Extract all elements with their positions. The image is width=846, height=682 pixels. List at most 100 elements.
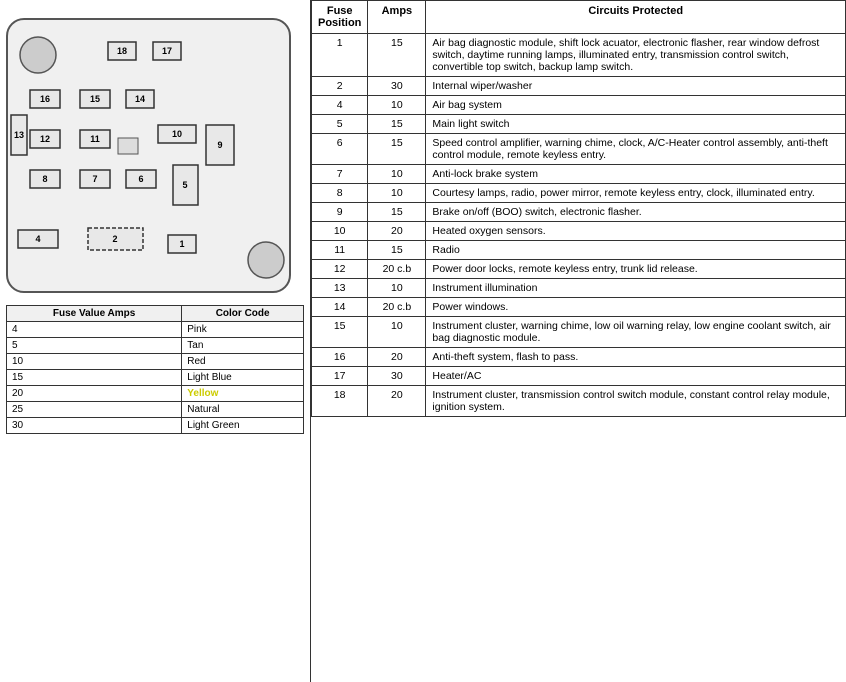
table-row: 230Internal wiper/washer (312, 77, 846, 96)
fuse-position: 9 (312, 203, 368, 222)
fuse-amps: 15 (368, 115, 426, 134)
fuse-circuits: Courtesy lamps, radio, power mirror, rem… (426, 184, 846, 203)
table-row: 1115Radio (312, 241, 846, 260)
fuse-circuits: Air bag system (426, 96, 846, 115)
fuse-amps: 15 (368, 134, 426, 165)
fuse-position: 13 (312, 279, 368, 298)
fuse-circuits: Heater/AC (426, 367, 846, 386)
fuse-position: 11 (312, 241, 368, 260)
header-amps: Amps (368, 1, 426, 34)
table-row: 1510Instrument cluster, warning chime, l… (312, 317, 846, 348)
legend-header-amps: Fuse Value Amps (7, 306, 182, 322)
fuse-amps: 10 (368, 279, 426, 298)
svg-text:18: 18 (117, 46, 127, 56)
svg-text:14: 14 (135, 94, 145, 104)
fuse-position: 16 (312, 348, 368, 367)
fuse-position: 15 (312, 317, 368, 348)
svg-text:15: 15 (90, 94, 100, 104)
fuse-amps: 20 c.b (368, 298, 426, 317)
fuse-position: 17 (312, 367, 368, 386)
fuse-circuits: Power door locks, remote keyless entry, … (426, 260, 846, 279)
fuse-position: 18 (312, 386, 368, 417)
fuse-amps: 15 (368, 203, 426, 222)
svg-text:12: 12 (40, 134, 50, 144)
table-row: 1420 c.bPower windows. (312, 298, 846, 317)
fuse-position: 5 (312, 115, 368, 134)
table-row: 810Courtesy lamps, radio, power mirror, … (312, 184, 846, 203)
fuse-position: 2 (312, 77, 368, 96)
svg-text:17: 17 (162, 46, 172, 56)
table-row: 1020Heated oxygen sensors. (312, 222, 846, 241)
legend-color: Red (182, 354, 304, 370)
fuse-position: 8 (312, 184, 368, 203)
fuse-amps: 10 (368, 317, 426, 348)
fuse-circuits: Brake on/off (BOO) switch, electronic fl… (426, 203, 846, 222)
table-row: 1820Instrument cluster, transmission con… (312, 386, 846, 417)
fuse-amps: 20 c.b (368, 260, 426, 279)
fuse-position: 4 (312, 96, 368, 115)
fuse-circuits: Speed control amplifier, warning chime, … (426, 134, 846, 165)
legend-amps: 30 (7, 418, 182, 434)
header-position: FusePosition (312, 1, 368, 34)
table-row: 1730Heater/AC (312, 367, 846, 386)
fuse-circuits: Instrument cluster, transmission control… (426, 386, 846, 417)
fuse-amps: 30 (368, 77, 426, 96)
svg-text:9: 9 (217, 140, 222, 150)
legend-color: Pink (182, 322, 304, 338)
fuse-circuits: Power windows. (426, 298, 846, 317)
table-row: 410Air bag system (312, 96, 846, 115)
table-row: 710Anti-lock brake system (312, 165, 846, 184)
fuse-amps: 10 (368, 165, 426, 184)
legend-color: Light Green (182, 418, 304, 434)
table-row: 1620Anti-theft system, flash to pass. (312, 348, 846, 367)
fuse-position: 12 (312, 260, 368, 279)
fuse-position: 7 (312, 165, 368, 184)
table-row: 115Air bag diagnostic module, shift lock… (312, 34, 846, 77)
svg-text:13: 13 (14, 130, 24, 140)
header-circuits: Circuits Protected (426, 1, 846, 34)
left-panel: 18 17 16 15 14 13 12 11 10 (0, 0, 310, 682)
legend-amps: 25 (7, 402, 182, 418)
fuse-amps: 15 (368, 241, 426, 260)
svg-text:5: 5 (182, 180, 187, 190)
legend-color: Light Blue (182, 370, 304, 386)
fuse-amps: 30 (368, 367, 426, 386)
table-row: 1220 c.bPower door locks, remote keyless… (312, 260, 846, 279)
fuse-circuits: Main light switch (426, 115, 846, 134)
fuse-amps: 10 (368, 184, 426, 203)
fuse-circuits: Anti-theft system, flash to pass. (426, 348, 846, 367)
fuse-position: 14 (312, 298, 368, 317)
fuse-table: FusePosition Amps Circuits Protected 115… (311, 0, 846, 417)
fuse-position: 1 (312, 34, 368, 77)
svg-text:10: 10 (172, 129, 182, 139)
fuse-box-diagram: 18 17 16 15 14 13 12 11 10 (6, 18, 291, 293)
legend-amps: 15 (7, 370, 182, 386)
fuse-amps: 20 (368, 348, 426, 367)
fuse-circuits: Instrument illumination (426, 279, 846, 298)
legend-table: Fuse Value Amps Color Code 4Pink5Tan10Re… (6, 305, 304, 434)
table-row: 915Brake on/off (BOO) switch, electronic… (312, 203, 846, 222)
table-row: 515Main light switch (312, 115, 846, 134)
fuse-position: 6 (312, 134, 368, 165)
svg-text:6: 6 (138, 174, 143, 184)
svg-text:7: 7 (92, 174, 97, 184)
svg-text:8: 8 (42, 174, 47, 184)
table-row: 1310Instrument illumination (312, 279, 846, 298)
fuse-circuits: Heated oxygen sensors. (426, 222, 846, 241)
fuse-circuits: Radio (426, 241, 846, 260)
table-row: 615Speed control amplifier, warning chim… (312, 134, 846, 165)
fuse-circuits: Anti-lock brake system (426, 165, 846, 184)
fuse-position: 10 (312, 222, 368, 241)
legend-amps: 5 (7, 338, 182, 354)
svg-text:2: 2 (112, 234, 117, 244)
fuse-circuits: Internal wiper/washer (426, 77, 846, 96)
legend-amps: 10 (7, 354, 182, 370)
legend-color: Natural (182, 402, 304, 418)
fuse-amps: 20 (368, 222, 426, 241)
legend-color: Yellow (182, 386, 304, 402)
svg-text:16: 16 (40, 94, 50, 104)
right-panel: FusePosition Amps Circuits Protected 115… (310, 0, 846, 682)
fuse-diagram-svg: 18 17 16 15 14 13 12 11 10 (8, 20, 293, 295)
legend-color: Tan (182, 338, 304, 354)
svg-text:4: 4 (35, 234, 40, 244)
